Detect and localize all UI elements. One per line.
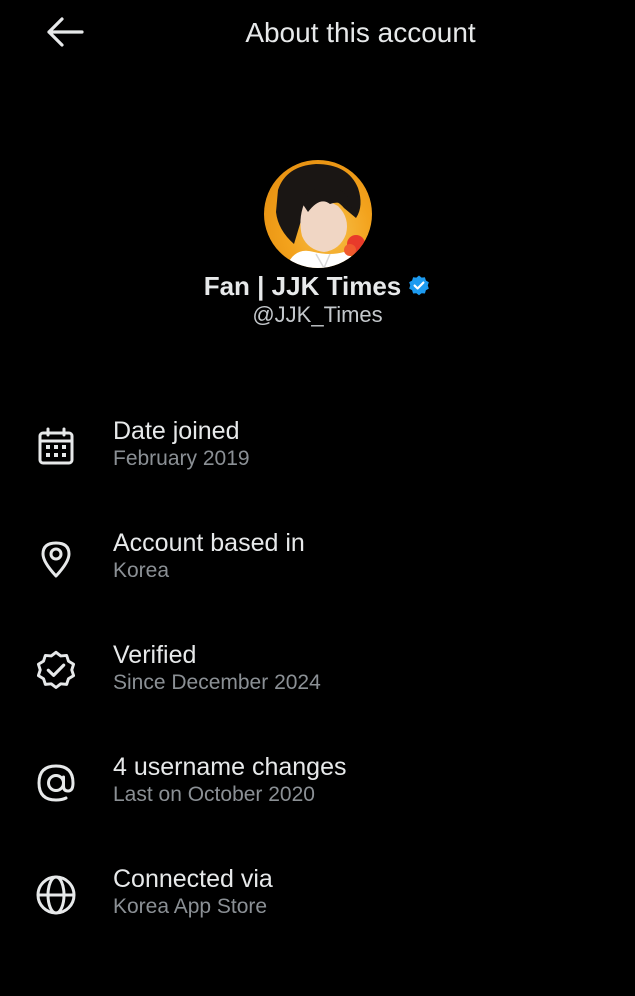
page-title: About this account	[245, 17, 476, 48]
username-handle: @JJK_Times	[252, 302, 383, 327]
globe-icon	[33, 872, 79, 918]
info-subtitle: February 2019	[113, 447, 250, 470]
info-item-username-changes: 4 username changes Last on October 2020	[0, 742, 635, 854]
info-subtitle: Last on October 2020	[113, 783, 315, 806]
top-bar: About this account	[0, 0, 635, 66]
account-info-list: Date joined February 2019 Account based …	[0, 406, 635, 966]
at-sign-icon	[33, 760, 79, 806]
avatar[interactable]	[263, 160, 372, 268]
info-item-date-joined: Date joined February 2019	[0, 406, 635, 518]
profile-summary: Fan | JJK Times @JJK_Times	[0, 160, 635, 328]
name-row: Fan | JJK Times	[0, 270, 635, 302]
info-item-connected-via: Connected via Korea App Store	[0, 854, 635, 966]
verified-badge-icon	[33, 648, 79, 694]
info-title: Date joined	[113, 417, 240, 445]
info-title: Account based in	[113, 529, 305, 557]
info-item-verified: Verified Since December 2024	[0, 630, 635, 742]
info-subtitle: Korea	[113, 559, 170, 582]
verified-check-icon	[407, 274, 431, 298]
location-pin-icon	[33, 536, 79, 582]
info-title: 4 username changes	[113, 753, 347, 781]
calendar-icon	[33, 424, 79, 470]
info-subtitle: Since December 2024	[113, 671, 321, 694]
info-title: Connected via	[113, 865, 273, 893]
display-name: Fan | JJK Times	[203, 271, 402, 301]
info-subtitle: Korea App Store	[113, 895, 268, 918]
info-title: Verified	[113, 641, 197, 669]
info-item-account-location: Account based in Korea	[0, 518, 635, 630]
